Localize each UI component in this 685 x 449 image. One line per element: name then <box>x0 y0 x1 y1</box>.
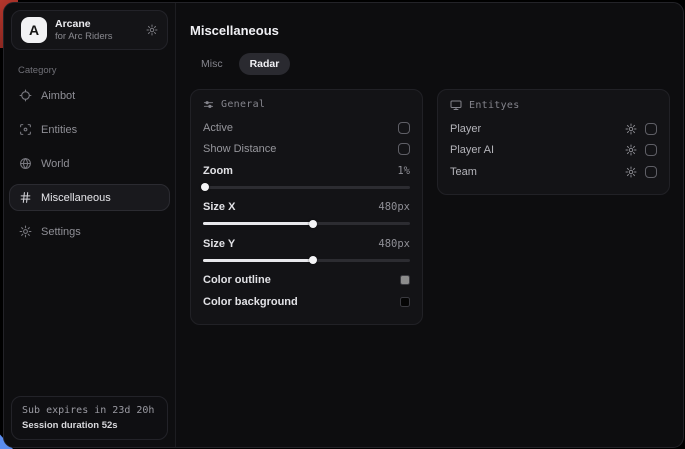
setting-label: Size Y <box>203 238 235 250</box>
grid-hash-icon <box>19 191 32 204</box>
entity-row-team: Team <box>450 161 657 183</box>
size-x-slider[interactable] <box>203 222 410 225</box>
category-label: Category <box>18 65 161 76</box>
gear-icon[interactable] <box>625 166 637 178</box>
subscription-card: Sub expires in 23d 20h Session duration … <box>11 396 168 440</box>
player-checkbox[interactable] <box>645 123 657 135</box>
slider-fill <box>203 259 313 262</box>
panel-entities: Entityes Player Player AI <box>437 89 670 195</box>
sub-expires-text: Sub expires in 23d 20h <box>22 405 157 416</box>
globe-icon <box>19 157 32 170</box>
setting-row-active: Active <box>203 117 410 139</box>
sliders-icon <box>203 99 214 110</box>
setting-label: Color outline <box>203 274 271 286</box>
setting-row-size-y: Size Y 480px <box>203 233 410 255</box>
app-subtitle: for Arc Riders <box>55 31 113 43</box>
color-outline-swatch[interactable] <box>400 275 410 285</box>
sidebar-item-label: Aimbot <box>41 90 75 102</box>
setting-value: 480px <box>378 238 410 250</box>
team-checkbox[interactable] <box>645 166 657 178</box>
slider-thumb[interactable] <box>309 256 317 264</box>
panel-entities-header: Entityes <box>450 99 657 111</box>
setting-label: Color background <box>203 296 298 308</box>
player-ai-checkbox[interactable] <box>645 144 657 156</box>
sidebar-item-aimbot[interactable]: Aimbot <box>9 82 170 109</box>
entity-label: Team <box>450 166 477 178</box>
setting-row-size-x: Size X 480px <box>203 197 410 219</box>
sidebar-item-label: Miscellaneous <box>41 192 111 204</box>
brand-card[interactable]: A Arcane for Arc Riders <box>11 10 168 50</box>
session-duration-text: Session duration 52s <box>22 420 157 431</box>
show-distance-checkbox[interactable] <box>398 143 410 155</box>
sidebar-item-world[interactable]: World <box>9 150 170 177</box>
setting-label: Show Distance <box>203 143 276 155</box>
gear-icon[interactable] <box>146 24 158 36</box>
color-background-swatch[interactable] <box>400 297 410 307</box>
sidebar-item-label: World <box>41 158 70 170</box>
gear-icon[interactable] <box>625 123 637 135</box>
tab-radar[interactable]: Radar <box>239 53 291 75</box>
monitor-icon <box>450 99 462 111</box>
main-content: Miscellaneous Misc Radar General Active <box>176 3 684 447</box>
sidebar: A Arcane for Arc Riders Category Aimbot <box>4 3 176 447</box>
entity-row-player-ai: Player AI <box>450 140 657 162</box>
tab-misc[interactable]: Misc <box>190 53 234 75</box>
gear-icon[interactable] <box>625 144 637 156</box>
setting-label: Zoom <box>203 165 233 177</box>
sidebar-item-label: Settings <box>41 226 81 238</box>
setting-row-zoom: Zoom 1% <box>203 160 410 182</box>
panel-title: General <box>221 99 265 110</box>
active-checkbox[interactable] <box>398 122 410 134</box>
slider-fill <box>203 222 313 225</box>
panel-general-header: General <box>203 99 410 110</box>
page-title: Miscellaneous <box>190 23 670 38</box>
app-name: Arcane <box>55 18 113 31</box>
entity-row-player: Player <box>450 118 657 140</box>
setting-value: 480px <box>378 201 410 213</box>
crosshair-icon <box>19 89 32 102</box>
setting-row-show-distance: Show Distance <box>203 139 410 161</box>
size-y-slider[interactable] <box>203 259 410 262</box>
setting-row-color-background: Color background <box>203 291 410 313</box>
sidebar-item-miscellaneous[interactable]: Miscellaneous <box>9 184 170 211</box>
sidebar-nav: Aimbot Entities World Miscellaneous <box>4 82 175 245</box>
slider-thumb[interactable] <box>201 183 209 191</box>
sidebar-item-label: Entities <box>41 124 77 136</box>
gear-icon <box>19 225 32 238</box>
sidebar-item-settings[interactable]: Settings <box>9 218 170 245</box>
setting-row-color-outline: Color outline <box>203 270 410 292</box>
setting-value: 1% <box>397 165 410 177</box>
entity-label: Player <box>450 123 481 135</box>
panels-row: General Active Show Distance Zoom 1% <box>190 89 670 325</box>
panel-general: General Active Show Distance Zoom 1% <box>190 89 423 325</box>
entities-scan-icon <box>19 123 32 136</box>
brand-text: Arcane for Arc Riders <box>55 18 113 43</box>
sidebar-item-entities[interactable]: Entities <box>9 116 170 143</box>
entity-label: Player AI <box>450 144 494 156</box>
setting-label: Active <box>203 122 233 134</box>
panel-title: Entityes <box>469 100 520 111</box>
zoom-slider[interactable] <box>203 186 410 189</box>
tab-bar: Misc Radar <box>190 53 670 75</box>
app-window: A Arcane for Arc Riders Category Aimbot <box>3 2 684 448</box>
slider-thumb[interactable] <box>309 220 317 228</box>
setting-label: Size X <box>203 201 235 213</box>
app-logo: A <box>21 17 47 43</box>
